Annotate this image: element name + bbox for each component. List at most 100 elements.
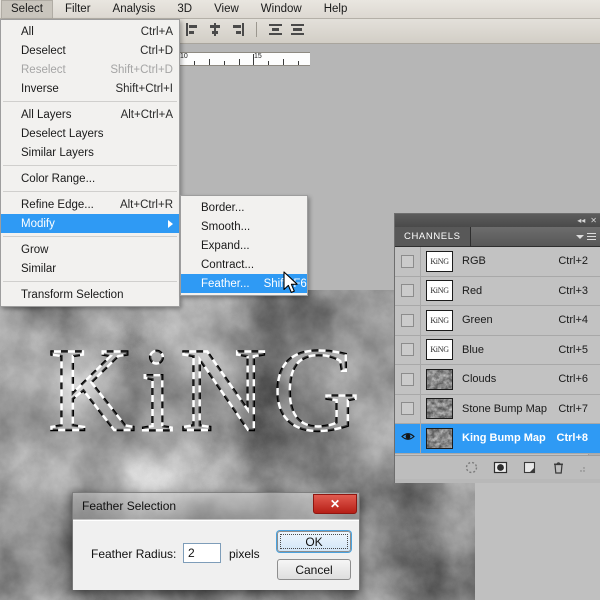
panel-collapse-bar[interactable]: ◂◂ ✕: [395, 214, 600, 227]
menu-item-refine-edge[interactable]: Refine Edge...Alt+Ctrl+R: [1, 195, 179, 214]
channel-row[interactable]: KiNGBlueCtrl+5: [395, 336, 600, 366]
menubar-item-3d[interactable]: 3D: [167, 0, 202, 19]
menu-item-all[interactable]: AllCtrl+A: [1, 22, 179, 41]
channel-visibility-toggle[interactable]: [395, 277, 421, 306]
visibility-checkbox[interactable]: [401, 343, 414, 356]
menu-item-all-layers[interactable]: All LayersAlt+Ctrl+A: [1, 105, 179, 124]
ruler-label: 10: [180, 53, 188, 61]
menu-item-transform-selection[interactable]: Transform Selection: [1, 285, 179, 304]
menu-item-label: Border...: [201, 202, 301, 214]
panel-menu-icon[interactable]: [587, 233, 596, 241]
channel-shortcut: Ctrl+8: [557, 432, 600, 444]
resize-grip-icon[interactable]: [580, 460, 586, 475]
dialog-title-bar[interactable]: Feather Selection ✕: [73, 493, 359, 520]
menu-separator: [3, 165, 177, 166]
menu-item-label: Expand...: [201, 240, 301, 252]
ok-button[interactable]: OK: [277, 531, 351, 552]
menu-item-inverse[interactable]: InverseShift+Ctrl+I: [1, 79, 179, 98]
channel-thumbnail-text: KiNG: [430, 257, 448, 266]
channel-visibility-toggle[interactable]: [395, 365, 421, 394]
channel-row[interactable]: Stone Bump MapCtrl+7: [395, 395, 600, 425]
menu-item-shortcut: Shift+Ctrl+I: [101, 83, 173, 95]
menu-item-color-range[interactable]: Color Range...: [1, 169, 179, 188]
tab-channels-label: CHANNELS: [404, 231, 461, 242]
eye-icon: [401, 431, 415, 445]
channels-panel[interactable]: ◂◂ ✕ CHANNELS KiNGRGBCtrl+2KiNGRedCtrl+3…: [394, 213, 600, 483]
menu-item-label: Refine Edge...: [21, 199, 106, 211]
close-icon[interactable]: ✕: [313, 494, 357, 514]
menu-item-border[interactable]: Border...: [181, 198, 307, 217]
cancel-button[interactable]: Cancel: [277, 559, 351, 580]
align-horizontal-centers-icon[interactable]: [208, 22, 223, 37]
channel-row[interactable]: KiNGRGBCtrl+2: [395, 247, 600, 277]
channel-thumbnail: KiNG: [426, 251, 453, 272]
menubar-item-filter[interactable]: Filter: [55, 0, 101, 19]
submenu-arrow-icon: [168, 220, 173, 228]
application-menu-bar[interactable]: SelectFilterAnalysis3DViewWindowHelp: [0, 0, 600, 19]
clouds-thumbnail-icon: [427, 398, 452, 419]
delete-channel-icon[interactable]: [551, 460, 566, 475]
channel-row[interactable]: KiNGGreenCtrl+4: [395, 306, 600, 336]
panel-menu-area[interactable]: [471, 227, 600, 246]
menu-separator: [3, 281, 177, 282]
feather-radius-input[interactable]: [183, 543, 221, 563]
channels-footer-toolbar[interactable]: [395, 455, 600, 479]
svg-text:KiNG: KiNG: [48, 323, 365, 456]
channel-visibility-toggle[interactable]: [395, 424, 421, 453]
channel-thumbnail-text: KiNG: [430, 316, 448, 325]
menu-item-label: Transform Selection: [21, 289, 173, 301]
menu-item-similar-layers[interactable]: Similar Layers: [1, 143, 179, 162]
channel-shortcut: Ctrl+7: [558, 403, 600, 415]
visibility-checkbox[interactable]: [401, 255, 414, 268]
menu-item-similar[interactable]: Similar: [1, 259, 179, 278]
channels-list[interactable]: KiNGRGBCtrl+2KiNGRedCtrl+3KiNGGreenCtrl+…: [395, 247, 600, 455]
channel-row[interactable]: CloudsCtrl+6: [395, 365, 600, 395]
menu-item-shortcut: Ctrl+A: [127, 26, 173, 38]
menubar-item-window[interactable]: Window: [251, 0, 312, 19]
menu-item-grow[interactable]: Grow: [1, 240, 179, 259]
modify-submenu-dropdown[interactable]: Border...Smooth...Expand...Contract...Fe…: [180, 195, 308, 296]
menubar-item-select[interactable]: Select: [1, 0, 53, 19]
menu-item-deselect[interactable]: DeselectCtrl+D: [1, 41, 179, 60]
toolbar-divider: [256, 22, 257, 37]
channel-row[interactable]: King Bump MapCtrl+8: [395, 424, 600, 454]
menubar-item-view[interactable]: View: [204, 0, 249, 19]
panel-tab-row[interactable]: CHANNELS: [395, 227, 600, 247]
menu-item-modify[interactable]: Modify: [1, 214, 179, 233]
distribute-top-edges-icon[interactable]: [268, 22, 283, 37]
menu-item-reselect[interactable]: ReselectShift+Ctrl+D: [1, 60, 179, 79]
collapse-to-icons-icon[interactable]: ◂◂: [577, 216, 585, 225]
menu-item-label: Deselect: [21, 45, 126, 57]
channel-visibility-toggle[interactable]: [395, 395, 421, 424]
menubar-item-help[interactable]: Help: [314, 0, 358, 19]
channel-visibility-toggle[interactable]: [395, 336, 421, 365]
menu-item-feather[interactable]: Feather...Shift+F6: [181, 274, 307, 293]
visibility-checkbox[interactable]: [401, 402, 414, 415]
ok-button-label: OK: [280, 534, 348, 549]
channel-thumbnail: KiNG: [426, 280, 453, 301]
select-menu-dropdown[interactable]: AllCtrl+ADeselectCtrl+DReselectShift+Ctr…: [0, 19, 180, 307]
menu-item-contract[interactable]: Contract...: [181, 255, 307, 274]
load-channel-as-selection-icon[interactable]: [464, 460, 479, 475]
distribute-vertical-centers-icon[interactable]: [290, 22, 305, 37]
menu-item-label: Feather...: [201, 278, 250, 290]
visibility-checkbox[interactable]: [401, 373, 414, 386]
chevron-down-icon[interactable]: [576, 235, 584, 239]
menu-item-expand[interactable]: Expand...: [181, 236, 307, 255]
close-panel-icon[interactable]: ✕: [590, 216, 597, 225]
menu-item-smooth[interactable]: Smooth...: [181, 217, 307, 236]
feather-selection-dialog[interactable]: Feather Selection ✕ Feather Radius: pixe…: [72, 492, 360, 590]
new-channel-icon[interactable]: [522, 460, 537, 475]
channel-row[interactable]: KiNGRedCtrl+3: [395, 277, 600, 307]
visibility-checkbox[interactable]: [401, 284, 414, 297]
align-right-edges-icon[interactable]: [230, 22, 245, 37]
visibility-checkbox[interactable]: [401, 314, 414, 327]
channel-visibility-toggle[interactable]: [395, 306, 421, 335]
ruler-label: 15: [254, 53, 262, 61]
menu-item-deselect-layers[interactable]: Deselect Layers: [1, 124, 179, 143]
tab-channels[interactable]: CHANNELS: [395, 227, 471, 246]
save-selection-as-channel-icon[interactable]: [493, 460, 508, 475]
channel-visibility-toggle[interactable]: [395, 247, 421, 276]
menubar-item-analysis[interactable]: Analysis: [103, 0, 166, 19]
align-left-edges-icon[interactable]: [186, 22, 201, 37]
